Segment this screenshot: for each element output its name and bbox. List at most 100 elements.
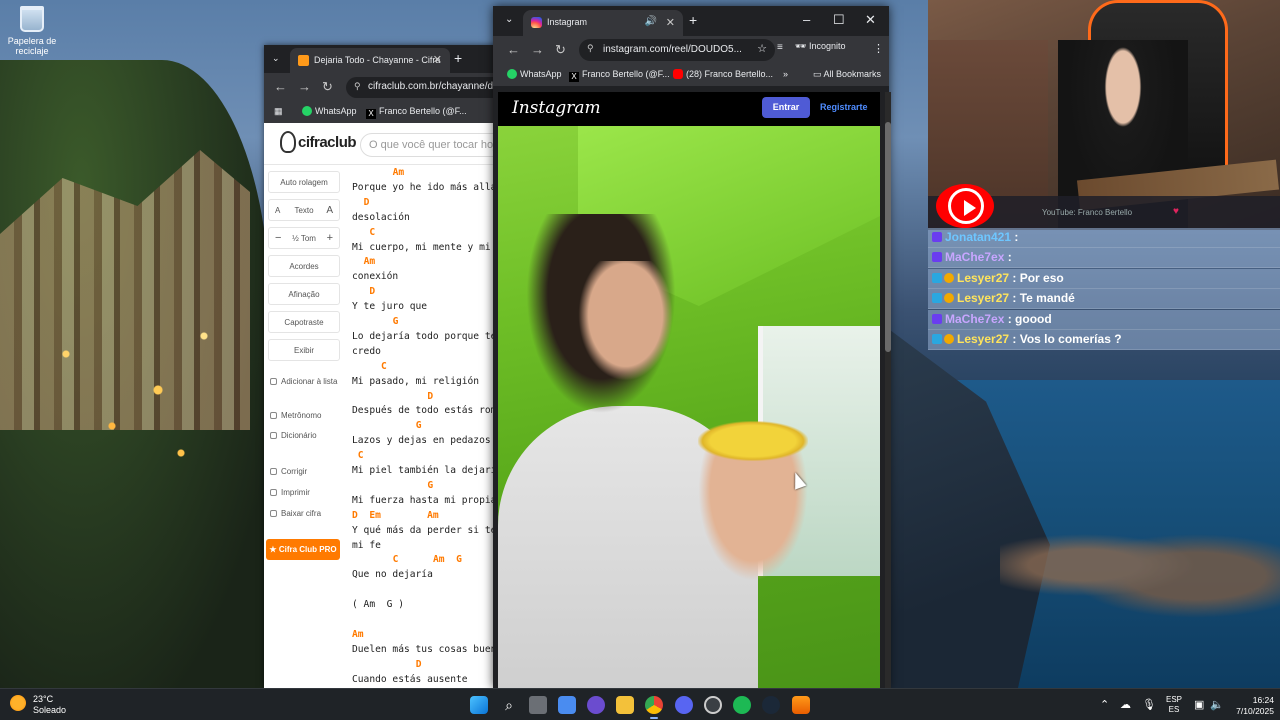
chrome-icon[interactable]	[645, 696, 663, 719]
reload-icon[interactable]: ↻	[322, 79, 333, 95]
lyric-line: Porque yo he ido más allá	[352, 181, 497, 193]
search-icon[interactable]: ⌕	[500, 696, 518, 714]
text-size-control[interactable]: A Texto A	[268, 199, 340, 221]
windows-start-icon[interactable]	[470, 696, 488, 714]
reel-video[interactable]	[498, 126, 880, 688]
brave-icon[interactable]	[792, 696, 810, 714]
chat-username[interactable]: Lesyer27	[957, 332, 1009, 346]
bookmark-x-franco[interactable]: X Franco Bertello (@F...	[366, 106, 467, 119]
clock[interactable]: 16:24 7/10/2025	[1230, 695, 1274, 717]
date: 7/10/2025	[1236, 706, 1274, 716]
cifra-club-pro-button[interactable]: ★ Cifra Club PRO	[266, 539, 340, 560]
chat-username[interactable]: Lesyer27	[957, 291, 1009, 305]
store-icon[interactable]	[558, 696, 576, 714]
address-bar[interactable]: ⚲ cifraclub.com.br/chayanne/de	[346, 77, 500, 98]
chords-button[interactable]: Acordes	[268, 255, 340, 277]
chat-username[interactable]: Lesyer27	[957, 271, 1009, 285]
task-view-icon[interactable]	[529, 696, 547, 714]
site-info-icon[interactable]: ⚲	[587, 43, 594, 54]
show-button[interactable]: Exibir	[268, 339, 340, 361]
auto-scroll-button[interactable]: Auto rolagem	[268, 171, 340, 193]
text-larger-button[interactable]: A	[326, 205, 333, 216]
download-link[interactable]: Baixar cifra	[270, 509, 321, 518]
cifraclub-logo[interactable]: cifraclub	[280, 131, 357, 153]
bookmark-x-franco[interactable]: X Franco Bertello (@F...	[569, 69, 670, 82]
app-icon[interactable]	[587, 696, 605, 714]
close-tab-icon[interactable]: ✕	[666, 16, 675, 29]
add-to-list-link[interactable]: Adicionar à lista	[270, 377, 337, 386]
tab-search-chevron-icon[interactable]: ⌄	[505, 14, 513, 25]
discord-icon[interactable]	[675, 696, 693, 714]
tuning-button[interactable]: Afinação	[268, 283, 340, 305]
signup-link[interactable]: Registrarte	[820, 102, 868, 112]
all-bookmarks-folder[interactable]: ▭ All Bookmarks	[813, 69, 881, 80]
text-smaller-button[interactable]: A	[275, 206, 280, 215]
forward-icon[interactable]: →	[531, 42, 544, 57]
chat-username[interactable]: MaChe7ex	[945, 312, 1004, 326]
scrollbar-thumb[interactable]	[885, 122, 891, 352]
new-tab-icon[interactable]: +	[689, 12, 697, 28]
cifraclub-browser-window[interactable]: ⌄ Dejaria Todo - Chayanne - Cifra ✕ + ← …	[264, 45, 500, 688]
audio-playing-icon[interactable]: 🔊	[645, 16, 657, 27]
tab-cifraclub[interactable]: Dejaria Todo - Chayanne - Cifra ✕	[290, 48, 450, 73]
login-button[interactable]: Entrar	[762, 97, 810, 118]
chord-line: C	[381, 360, 387, 372]
reading-list-icon[interactable]: ≡	[777, 42, 783, 53]
metronome-link[interactable]: Metrônomo	[270, 411, 321, 420]
maximize-icon[interactable]: ☐	[833, 12, 845, 28]
new-tab-icon[interactable]: +	[454, 50, 462, 66]
bookmark-whatsapp[interactable]: WhatsApp	[302, 106, 357, 116]
close-window-icon[interactable]: ✕	[865, 12, 876, 28]
pro-label: Cifra Club PRO	[278, 545, 337, 554]
tab-instagram[interactable]: Instagram 🔊 ✕	[523, 10, 683, 36]
chat-separator: :	[1009, 270, 1020, 285]
chord-line: Am	[363, 256, 376, 268]
close-tab-icon[interactable]: ✕	[433, 53, 442, 66]
mod-badge-icon	[932, 334, 942, 344]
video-person-face	[578, 261, 673, 381]
cifraclub-favicon-icon	[298, 55, 309, 66]
transpose-control[interactable]: − ½ Tom +	[268, 227, 340, 249]
chat-username[interactable]: MaChe7ex	[945, 250, 1004, 264]
obs-icon[interactable]	[704, 696, 722, 714]
reload-icon[interactable]: ↻	[555, 42, 566, 58]
bookmark-star-icon[interactable]: ☆	[757, 42, 767, 55]
more-bookmarks-icon[interactable]: »	[783, 69, 788, 79]
tone-down-button[interactable]: −	[275, 232, 281, 244]
steam-icon[interactable]	[762, 696, 780, 714]
incognito-indicator[interactable]: 🕶 Incognito	[795, 41, 845, 52]
print-link[interactable]: Imprimir	[270, 488, 310, 497]
ig-page-scrollbar[interactable]	[885, 92, 891, 688]
incognito-label: Incognito	[808, 41, 846, 51]
chat-username[interactable]: Jonatan421	[945, 230, 1011, 244]
correct-link[interactable]: Corrigir	[270, 467, 307, 476]
input-language[interactable]: ESP ES	[1166, 695, 1182, 715]
capo-button[interactable]: Capotraste	[268, 311, 340, 333]
show-hidden-icons-chevron-icon[interactable]: ⌃	[1100, 698, 1109, 711]
back-icon[interactable]: ←	[274, 79, 287, 94]
site-info-icon[interactable]: ⚲	[354, 81, 361, 92]
tray-app-icon[interactable]: ☁	[1120, 698, 1131, 711]
tone-up-button[interactable]: +	[327, 232, 333, 244]
tab-search-chevron-icon[interactable]: ⌄	[272, 53, 280, 64]
minimize-icon[interactable]: –	[803, 12, 810, 27]
volume-icon[interactable]: 🔈	[1210, 698, 1224, 711]
menu-kebab-icon[interactable]: ⋮	[873, 42, 884, 55]
youtube-channel-label: YouTube: Franco Bertello	[1042, 208, 1133, 217]
song-search-input[interactable]: O que você quer tocar hoje	[360, 133, 500, 157]
spotify-icon[interactable]	[733, 696, 751, 714]
bookmark-youtube-franco[interactable]: (28) Franco Bertello...	[673, 69, 773, 79]
instagram-logo[interactable]: Instagram	[512, 98, 601, 118]
apps-grid-icon[interactable]: ▦	[274, 106, 283, 117]
tab-title: Instagram	[547, 17, 588, 27]
address-bar[interactable]: ⚲ instagram.com/reel/DOUDO5... ☆	[579, 39, 775, 61]
network-icon[interactable]: ▣	[1194, 698, 1204, 711]
recycle-bin-desktop-icon[interactable]: Papelera de reciclaje	[4, 4, 60, 64]
microphone-icon[interactable]: 🎙	[1142, 698, 1156, 711]
file-explorer-icon[interactable]	[616, 696, 634, 714]
forward-icon[interactable]: →	[298, 79, 311, 94]
dictionary-link[interactable]: Dicionário	[270, 431, 317, 440]
bookmark-whatsapp[interactable]: WhatsApp	[507, 69, 562, 79]
instagram-browser-window[interactable]: ⌄ Instagram 🔊 ✕ + – ☐ ✕ ← → ↻ ⚲ instagra…	[493, 6, 889, 688]
back-icon[interactable]: ←	[507, 42, 520, 57]
